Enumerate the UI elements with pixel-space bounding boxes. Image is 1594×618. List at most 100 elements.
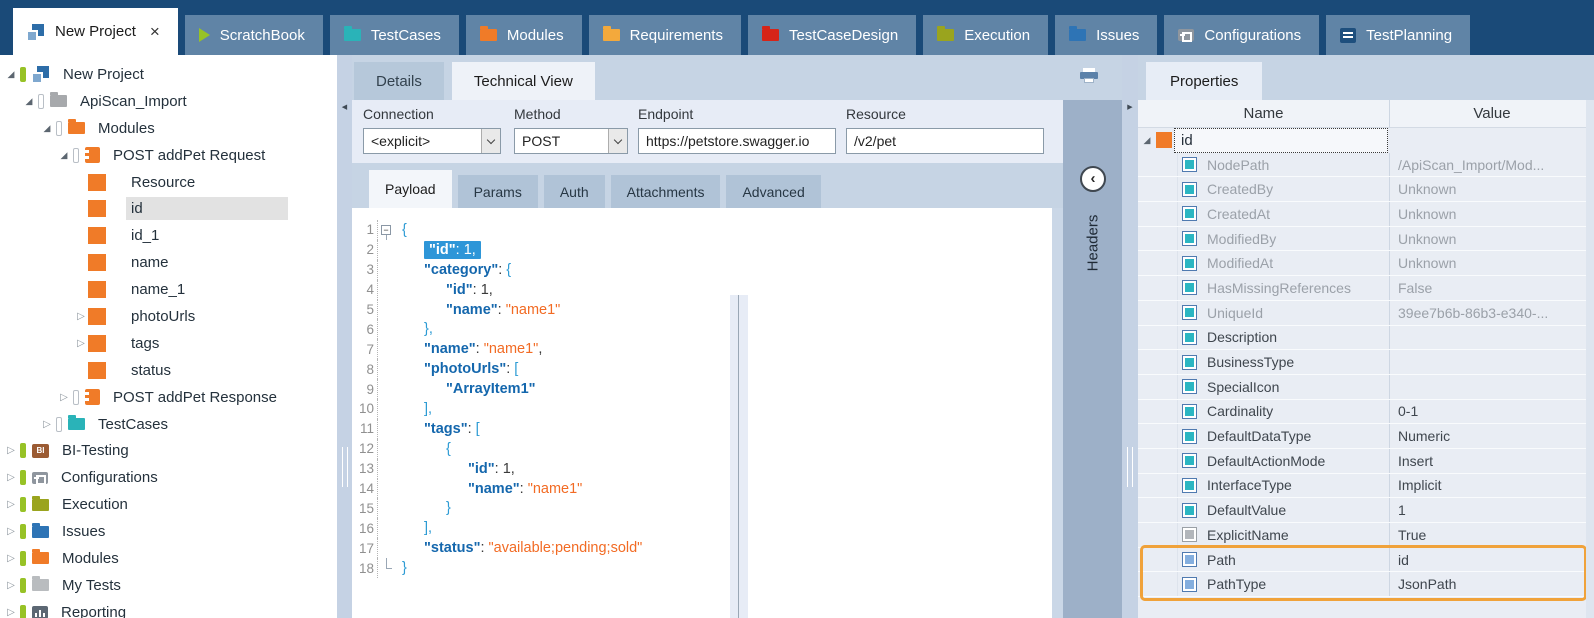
tree-item-photourls[interactable]: photoUrls xyxy=(0,303,337,330)
tree-item-resource[interactable]: Resource xyxy=(0,169,337,196)
property-name-cell[interactable]: ModifiedBy xyxy=(1138,227,1390,251)
method-select[interactable]: POST xyxy=(514,128,628,154)
code-line[interactable]: 3"category": { xyxy=(352,260,1063,280)
expander-closed-icon[interactable] xyxy=(4,607,18,618)
property-value[interactable]: Insert xyxy=(1390,453,1594,469)
code-line[interactable]: 8"photoUrls": [ xyxy=(352,359,1063,379)
resource-input[interactable]: /v2/pet xyxy=(846,128,1044,154)
tab-configurations[interactable]: Configurations xyxy=(1164,15,1319,55)
code-line[interactable]: 12{ xyxy=(352,439,1063,459)
expander-closed-icon[interactable] xyxy=(74,311,88,322)
property-value[interactable]: Numeric xyxy=(1390,428,1594,444)
code-line[interactable]: 16], xyxy=(352,518,1063,538)
property-row-description[interactable]: Description xyxy=(1138,326,1594,351)
dropdown-button[interactable] xyxy=(608,129,627,153)
property-name-cell[interactable]: HasMissingReferences xyxy=(1138,276,1390,300)
tab-technical-view[interactable]: Technical View xyxy=(452,62,595,100)
property-name-cell[interactable]: CreatedBy xyxy=(1138,177,1390,201)
tree-item-name[interactable]: name xyxy=(0,249,337,276)
tab-advanced[interactable]: Advanced xyxy=(726,175,820,208)
property-row-defaultactionmode[interactable]: DefaultActionModeInsert xyxy=(1138,449,1594,474)
code-line[interactable]: 7"name": "name1", xyxy=(352,339,1063,359)
property-row-defaultvalue[interactable]: DefaultValue1 xyxy=(1138,498,1594,523)
property-name-cell[interactable]: NodePath xyxy=(1138,153,1390,177)
tab-params[interactable]: Params xyxy=(458,175,538,208)
property-name-cell[interactable]: ModifiedAt xyxy=(1138,251,1390,275)
code-line[interactable]: 11"tags": [ xyxy=(352,419,1063,439)
properties-scrollbar[interactable] xyxy=(1586,100,1594,618)
property-row-explicitname[interactable]: ExplicitNameTrue xyxy=(1138,523,1594,548)
tab-issues[interactable]: Issues xyxy=(1055,15,1157,55)
property-name-cell[interactable]: Description xyxy=(1138,326,1390,350)
dropdown-button[interactable] xyxy=(481,129,500,153)
tab-testcases[interactable]: TestCases xyxy=(330,15,459,55)
code-line[interactable]: 15} xyxy=(352,498,1063,518)
property-name-cell[interactable]: UniqueId xyxy=(1138,301,1390,325)
expander-closed-icon[interactable] xyxy=(74,338,88,349)
property-row-createdat[interactable]: CreatedAtUnknown xyxy=(1138,202,1594,227)
tree-item-issues[interactable]: Issues xyxy=(0,518,337,545)
left-splitter[interactable]: ◀ xyxy=(337,55,352,618)
print-icon[interactable] xyxy=(1080,68,1098,83)
property-value[interactable]: id xyxy=(1390,552,1594,568)
property-name-cell[interactable]: CreatedAt xyxy=(1138,202,1390,226)
property-row-businesstype[interactable]: BusinessType xyxy=(1138,350,1594,375)
expander-closed-icon[interactable] xyxy=(4,580,18,591)
right-splitter[interactable]: ▶ xyxy=(1122,55,1138,618)
splitter-grip[interactable] xyxy=(1127,447,1133,487)
property-name-cell[interactable]: Path xyxy=(1138,548,1390,572)
property-row-cardinality[interactable]: Cardinality0-1 xyxy=(1138,400,1594,425)
tab-attachments[interactable]: Attachments xyxy=(611,175,721,208)
tree-item-execution[interactable]: Execution xyxy=(0,491,337,518)
property-value[interactable]: /ApiScan_Import/Mod... xyxy=(1390,157,1594,173)
tree-item-bi-testing[interactable]: BI-Testing xyxy=(0,437,337,464)
property-row-defaultdatatype[interactable]: DefaultDataTypeNumeric xyxy=(1138,424,1594,449)
code-line[interactable]: 17"status": "available;pending;sold" xyxy=(352,538,1063,558)
code-line[interactable]: 10], xyxy=(352,399,1063,419)
tab-testplanning[interactable]: TestPlanning xyxy=(1326,15,1470,55)
code-line[interactable]: 6}, xyxy=(352,319,1063,339)
code-line[interactable]: 1{ xyxy=(352,220,1063,240)
property-name-cell[interactable]: BusinessType xyxy=(1138,350,1390,374)
property-value[interactable]: Unknown xyxy=(1390,231,1594,247)
tree-item-testcases[interactable]: TestCases xyxy=(0,411,337,438)
tab-auth[interactable]: Auth xyxy=(544,175,605,208)
tab-new-project[interactable]: New Project xyxy=(13,8,178,55)
property-row-createdby[interactable]: CreatedByUnknown xyxy=(1138,177,1594,202)
property-value[interactable]: 39ee7b6b-86b3-e340-... xyxy=(1390,305,1594,321)
splitter-grip[interactable] xyxy=(342,447,348,487)
property-row-path[interactable]: Pathid xyxy=(1138,548,1594,573)
property-value[interactable]: JsonPath xyxy=(1390,576,1594,592)
tree-item-tags[interactable]: tags xyxy=(0,330,337,357)
expander-closed-icon[interactable] xyxy=(57,392,71,403)
tree-item-apiscan-import[interactable]: ApiScan_Import xyxy=(0,88,337,115)
tab-requirements[interactable]: Requirements xyxy=(589,15,741,55)
tab-execution[interactable]: Execution xyxy=(923,15,1048,55)
property-name-cell[interactable]: DefaultValue xyxy=(1138,498,1390,522)
property-value[interactable]: Unknown xyxy=(1390,206,1594,222)
tab-details[interactable]: Details xyxy=(354,62,444,100)
tab-testcasedesign[interactable]: TestCaseDesign xyxy=(748,15,916,55)
code-line[interactable]: 14"name": "name1" xyxy=(352,479,1063,499)
expander-closed-icon[interactable] xyxy=(4,445,18,456)
expand-headers-button[interactable] xyxy=(1080,166,1106,192)
expander-open-icon[interactable] xyxy=(1140,135,1154,146)
expander-open-icon[interactable] xyxy=(40,123,54,134)
tree-item-configurations[interactable]: Configurations xyxy=(0,464,337,491)
tree-item-post-addpet-response[interactable]: POST addPet Response xyxy=(0,384,337,411)
code-line[interactable]: 9"ArrayItem1" xyxy=(352,379,1063,399)
tree-item-reporting[interactable]: Reporting xyxy=(0,599,337,618)
expander-closed-icon[interactable] xyxy=(40,419,54,430)
tree-item-my-tests[interactable]: My Tests xyxy=(0,572,337,599)
tree-item-modules[interactable]: Modules xyxy=(0,545,337,572)
property-name-cell[interactable]: DefaultActionMode xyxy=(1138,449,1390,473)
tree-item-name-1[interactable]: name_1 xyxy=(0,276,337,303)
property-value[interactable]: Unknown xyxy=(1390,181,1594,197)
property-name-cell[interactable]: InterfaceType xyxy=(1138,474,1390,498)
property-row-modifiedat[interactable]: ModifiedAtUnknown xyxy=(1138,251,1594,276)
collapse-left-icon[interactable]: ◀ xyxy=(337,103,352,111)
code-line[interactable]: 13"id": 1, xyxy=(352,459,1063,479)
property-name-cell[interactable]: ExplicitName xyxy=(1138,523,1390,547)
collapse-right-icon[interactable]: ▶ xyxy=(1122,103,1138,111)
property-row-interfacetype[interactable]: InterfaceTypeImplicit xyxy=(1138,474,1594,499)
